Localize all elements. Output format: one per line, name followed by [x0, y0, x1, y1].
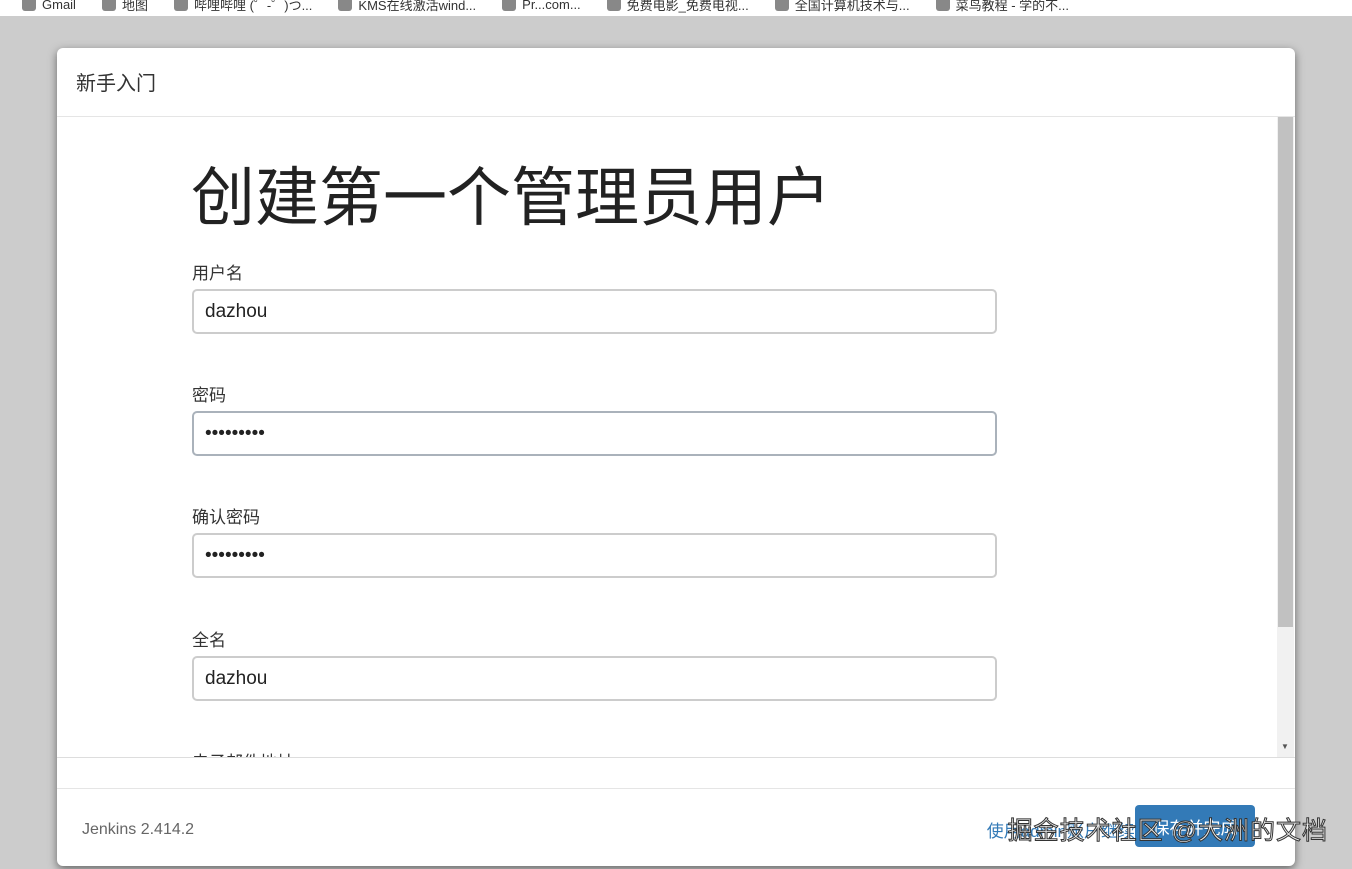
bookmark[interactable]: 地图: [101, 0, 148, 14]
bookmark-icon: [173, 0, 188, 11]
bookmark-icon: [338, 0, 353, 11]
bookmark-label: 菜鸟教程 - 学的不...: [955, 0, 1069, 13]
bookmark[interactable]: 哔哩哔哩 (゜-゜)つ...: [173, 0, 313, 14]
bookmark-icon: [101, 0, 116, 11]
bookmark-label: 免费电影_免费电视...: [626, 0, 749, 13]
bookmark-label: 地图: [121, 0, 148, 13]
bookmark[interactable]: 全国计算机技术与...: [774, 0, 910, 14]
username-input[interactable]: [192, 289, 997, 334]
password-input[interactable]: [192, 411, 997, 456]
bookmark-label: Pr...com...: [522, 0, 581, 12]
bookmark-icon: [502, 0, 517, 11]
bookmark[interactable]: Gmail: [22, 0, 76, 12]
bookmark[interactable]: 免费电影_免费电视...: [606, 0, 749, 14]
scrollbar-thumb[interactable]: [1278, 117, 1293, 627]
field-label: 密码: [192, 386, 226, 405]
username-field: 用户名: [192, 259, 997, 334]
email-field: 电子邮件地址: [192, 748, 997, 757]
field-label: 确认密码: [192, 508, 260, 527]
bookmark-label: 哔哩哔哩 (゜-゜)つ...: [193, 0, 313, 13]
bookmark-label: 全国计算机技术与...: [794, 0, 910, 13]
bookmark[interactable]: KMS在线激活wind...: [338, 0, 476, 14]
bookmark-icon: [774, 0, 789, 11]
divider: [57, 757, 1295, 758]
scrollbar[interactable]: ▼: [1277, 117, 1294, 757]
confirm-password-input[interactable]: [192, 533, 997, 578]
confirm-password-field: 确认密码: [192, 503, 997, 578]
scroll-down-arrow-icon[interactable]: ▼: [1281, 742, 1289, 751]
field-label: 全名: [192, 631, 226, 650]
password-field: 密码: [192, 381, 997, 456]
bookmark[interactable]: 菜鸟教程 - 学的不...: [935, 0, 1069, 14]
bookmark-label: KMS在线激活wind...: [358, 0, 477, 13]
fullname-input[interactable]: [192, 656, 997, 701]
watermark: 掘金技术社区 @大洲的文档: [1007, 817, 1328, 846]
bookmark-icon: [22, 0, 36, 11]
field-label: 用户名: [192, 264, 243, 283]
bookmark-icon: [606, 0, 621, 11]
bookmark-icon: [935, 0, 950, 11]
bookmark[interactable]: Pr...com...: [502, 0, 581, 12]
dialog-title: 新手入门: [57, 48, 1295, 117]
bookmark-label: Gmail: [42, 0, 76, 12]
setup-dialog: 新手入门 创建第一个管理员用户 用户名 密码 确认密码 全名 电子邮件地址 ▼ …: [57, 48, 1295, 866]
fullname-field: 全名: [192, 626, 997, 701]
bookmarks-bar: Gmail 地图 哔哩哔哩 (゜-゜)つ... KMS在线激活wind... P…: [0, 0, 1352, 16]
dialog-body: 创建第一个管理员用户 用户名 密码 确认密码 全名 电子邮件地址 ▼: [57, 117, 1295, 757]
page-title: 创建第一个管理员用户: [191, 162, 831, 234]
version-label: Jenkins 2.414.2: [82, 821, 195, 838]
field-label: 电子邮件地址: [192, 748, 997, 757]
